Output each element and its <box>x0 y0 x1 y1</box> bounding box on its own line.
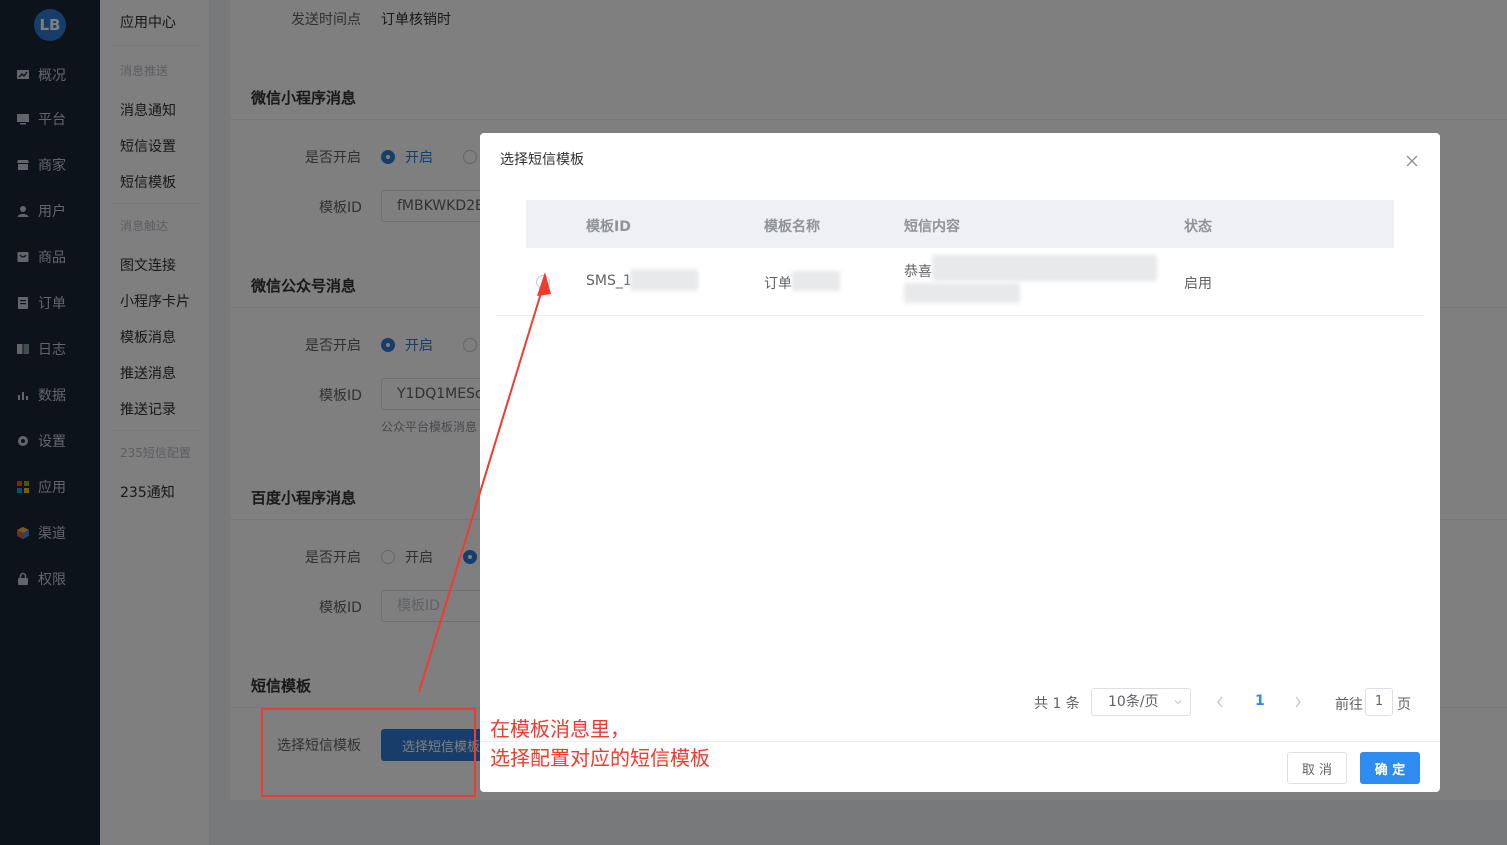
current-page[interactable]: 1 <box>1255 693 1265 709</box>
prev-page-icon[interactable] <box>1215 695 1225 709</box>
confirm-button[interactable]: 确 定 <box>1360 752 1420 784</box>
annotation-line-2: 选择配置对应的短信模板 <box>490 746 710 770</box>
cell-status: 启用 <box>1184 276 1212 292</box>
redaction-blur <box>932 255 1157 281</box>
column-status: 状态 <box>1184 219 1212 235</box>
goto-page-input[interactable]: 1 <box>1365 688 1393 716</box>
row-radio[interactable] <box>536 275 550 289</box>
redaction-blur <box>630 269 698 291</box>
redaction-blur <box>792 271 840 291</box>
cell-template-id: SMS_1 <box>586 273 632 289</box>
cell-template-name: 订单 <box>764 276 792 292</box>
select-sms-template-dialog: 选择短信模板 模板ID 模板名称 短信内容 状态 SMS_1 订单 恭喜 启用 … <box>480 133 1440 792</box>
table-header: 模板ID 模板名称 短信内容 状态 <box>526 200 1394 248</box>
page-suffix: 页 <box>1397 697 1411 713</box>
redaction-blur <box>904 283 1020 303</box>
cell-sms-content: 恭喜 <box>904 264 932 280</box>
column-template-id: 模板ID <box>586 219 631 235</box>
next-page-icon[interactable] <box>1293 695 1303 709</box>
annotation-highlight-box <box>261 708 476 797</box>
page-size-value: 10条/页 <box>1108 694 1159 710</box>
row-divider <box>496 315 1424 316</box>
page-size-select[interactable]: 10条/页 <box>1091 688 1191 716</box>
annotation-text: 在模板消息里， 选择配置对应的短信模板 <box>490 715 710 773</box>
goto-label: 前往 <box>1335 697 1363 713</box>
column-template-name: 模板名称 <box>764 219 820 235</box>
annotation-line-1: 在模板消息里， <box>490 717 630 741</box>
close-icon[interactable] <box>1404 153 1420 169</box>
column-sms-content: 短信内容 <box>904 219 960 235</box>
pagination-total: 共 1 条 <box>1034 696 1080 712</box>
cancel-button[interactable]: 取 消 <box>1287 752 1347 784</box>
dialog-title: 选择短信模板 <box>500 152 584 168</box>
chevron-down-icon <box>1174 700 1182 705</box>
